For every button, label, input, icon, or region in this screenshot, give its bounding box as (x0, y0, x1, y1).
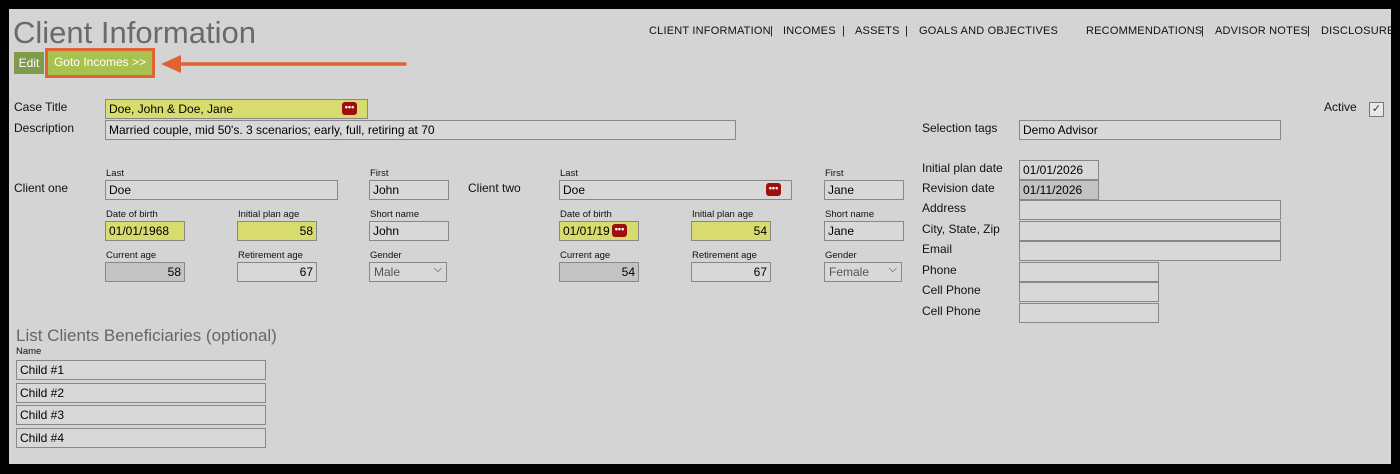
client-two-retirement-age-input[interactable]: 67 (691, 262, 771, 282)
city-state-zip-label: City, State, Zip (922, 222, 1000, 236)
beneficiary-name-label: Name (16, 346, 42, 357)
initial-plan-date-label: Initial plan date (922, 161, 1003, 175)
case-title-input[interactable]: Doe, John & Doe, Jane (105, 99, 368, 119)
beneficiaries-title: List Clients Beneficiaries (optional) (16, 326, 277, 345)
more-options-icon[interactable]: ••• (766, 183, 781, 196)
client-one-plan-age-input[interactable]: 58 (237, 221, 317, 241)
nav-separator: | (1201, 25, 1204, 37)
client-two-gender-label: Gender (825, 250, 857, 261)
phone-input[interactable] (1019, 262, 1159, 282)
client-two-plan-age-label: Initial plan age (692, 209, 754, 220)
client-one-plan-age-label: Initial plan age (238, 209, 300, 220)
client-two-plan-age-input[interactable]: 54 (691, 221, 771, 241)
email-input[interactable] (1019, 241, 1281, 261)
nav-disclosure[interactable]: DISCLOSURE (1321, 25, 1391, 37)
cell-phone-2-input[interactable] (1019, 303, 1159, 323)
client-one-last-input[interactable]: Doe (105, 180, 338, 200)
client-one-last-label: Last (106, 168, 124, 179)
description-label: Description (14, 121, 75, 135)
client-one-retirement-age-label: Retirement age (238, 250, 303, 261)
client-information-panel: Client Information CLIENT INFORMATION | … (9, 9, 1391, 464)
cell-phone-label: Cell Phone (922, 283, 981, 297)
client-one-label: Client one (14, 181, 69, 195)
beneficiary-input[interactable]: Child #4 (16, 428, 266, 448)
page-title: Client Information (13, 15, 256, 50)
cell-phone-input[interactable] (1019, 282, 1159, 302)
client-one-gender-select[interactable]: Male ⌵ (369, 262, 447, 282)
email-label: Email (922, 242, 953, 256)
cell-phone-2-label: Cell Phone (922, 304, 981, 318)
client-two-dob-input[interactable]: 01/01/19 (559, 221, 639, 241)
screenshot-frame: Client Information CLIENT INFORMATION | … (0, 0, 1400, 474)
nav-recommendations[interactable]: RECOMMENDATIONS (1086, 25, 1202, 37)
revision-date-input: 01/11/2026 (1019, 180, 1099, 200)
initial-plan-date-input[interactable]: 01/01/2026 (1019, 160, 1099, 180)
chevron-down-icon: ⌵ (433, 263, 442, 275)
client-two-retirement-age-label: Retirement age (692, 250, 757, 261)
chevron-down-icon: ⌵ (888, 263, 897, 275)
address-input[interactable] (1019, 200, 1281, 220)
more-options-icon[interactable]: ••• (342, 102, 357, 115)
client-one-first-label: First (370, 168, 389, 179)
client-one-short-name-label: Short name (370, 209, 420, 220)
client-two-short-name-label: Short name (825, 209, 875, 220)
client-two-gender-value: Female (829, 265, 870, 279)
nav-client-information[interactable]: CLIENT INFORMATION (649, 25, 771, 37)
edit-button[interactable]: Edit (14, 52, 44, 74)
nav-goals-and-objectives[interactable]: GOALS AND OBJECTIVES (919, 25, 1058, 37)
client-two-current-age-input: 54 (559, 262, 639, 282)
beneficiary-input[interactable]: Child #3 (16, 405, 266, 425)
phone-label: Phone (922, 263, 957, 277)
nav-separator: | (1307, 25, 1310, 37)
nav-separator: | (842, 25, 845, 37)
nav-separator: | (905, 25, 908, 37)
address-label: Address (922, 201, 967, 215)
annotation-arrow-icon (161, 55, 407, 73)
goto-incomes-button[interactable]: Goto Incomes >> (45, 48, 155, 78)
case-title-label: Case Title (14, 100, 68, 114)
client-one-gender-label: Gender (370, 250, 402, 261)
client-one-dob-label: Date of birth (106, 209, 158, 220)
client-two-last-label: Last (560, 168, 578, 179)
nav-assets[interactable]: ASSETS (855, 25, 900, 37)
city-state-zip-input[interactable] (1019, 221, 1281, 241)
client-two-short-name-input[interactable]: Jane (824, 221, 904, 241)
selection-tags-label: Selection tags (922, 121, 998, 135)
active-checkbox[interactable]: ✓ (1369, 102, 1384, 117)
client-two-gender-select[interactable]: Female ⌵ (824, 262, 902, 282)
beneficiary-input[interactable]: Child #1 (16, 360, 266, 380)
client-two-first-label: First (825, 168, 844, 179)
client-two-first-input[interactable]: Jane (824, 180, 904, 200)
client-two-current-age-label: Current age (560, 250, 611, 261)
beneficiary-input[interactable]: Child #2 (16, 383, 266, 403)
client-one-current-age-label: Current age (106, 250, 157, 261)
selection-tags-input[interactable]: Demo Advisor (1019, 120, 1281, 140)
client-one-gender-value: Male (374, 265, 401, 279)
client-one-dob-input[interactable]: 01/01/1968 (105, 221, 185, 241)
nav-incomes[interactable]: INCOMES (783, 25, 836, 37)
client-one-retirement-age-input[interactable]: 67 (237, 262, 317, 282)
nav-separator: | (770, 25, 773, 37)
client-two-last-input[interactable]: Doe (559, 180, 792, 200)
client-one-current-age-input: 58 (105, 262, 185, 282)
client-two-dob-label: Date of birth (560, 209, 612, 220)
nav-advisor-notes[interactable]: ADVISOR NOTES (1215, 25, 1308, 37)
description-input[interactable]: Married couple, mid 50's. 3 scenarios; e… (105, 120, 736, 140)
revision-date-label: Revision date (922, 181, 995, 195)
client-two-label: Client two (468, 181, 521, 195)
more-options-icon[interactable]: ••• (612, 224, 627, 237)
active-label: Active (1324, 100, 1357, 114)
client-one-short-name-input[interactable]: John (369, 221, 449, 241)
client-one-first-input[interactable]: John (369, 180, 449, 200)
